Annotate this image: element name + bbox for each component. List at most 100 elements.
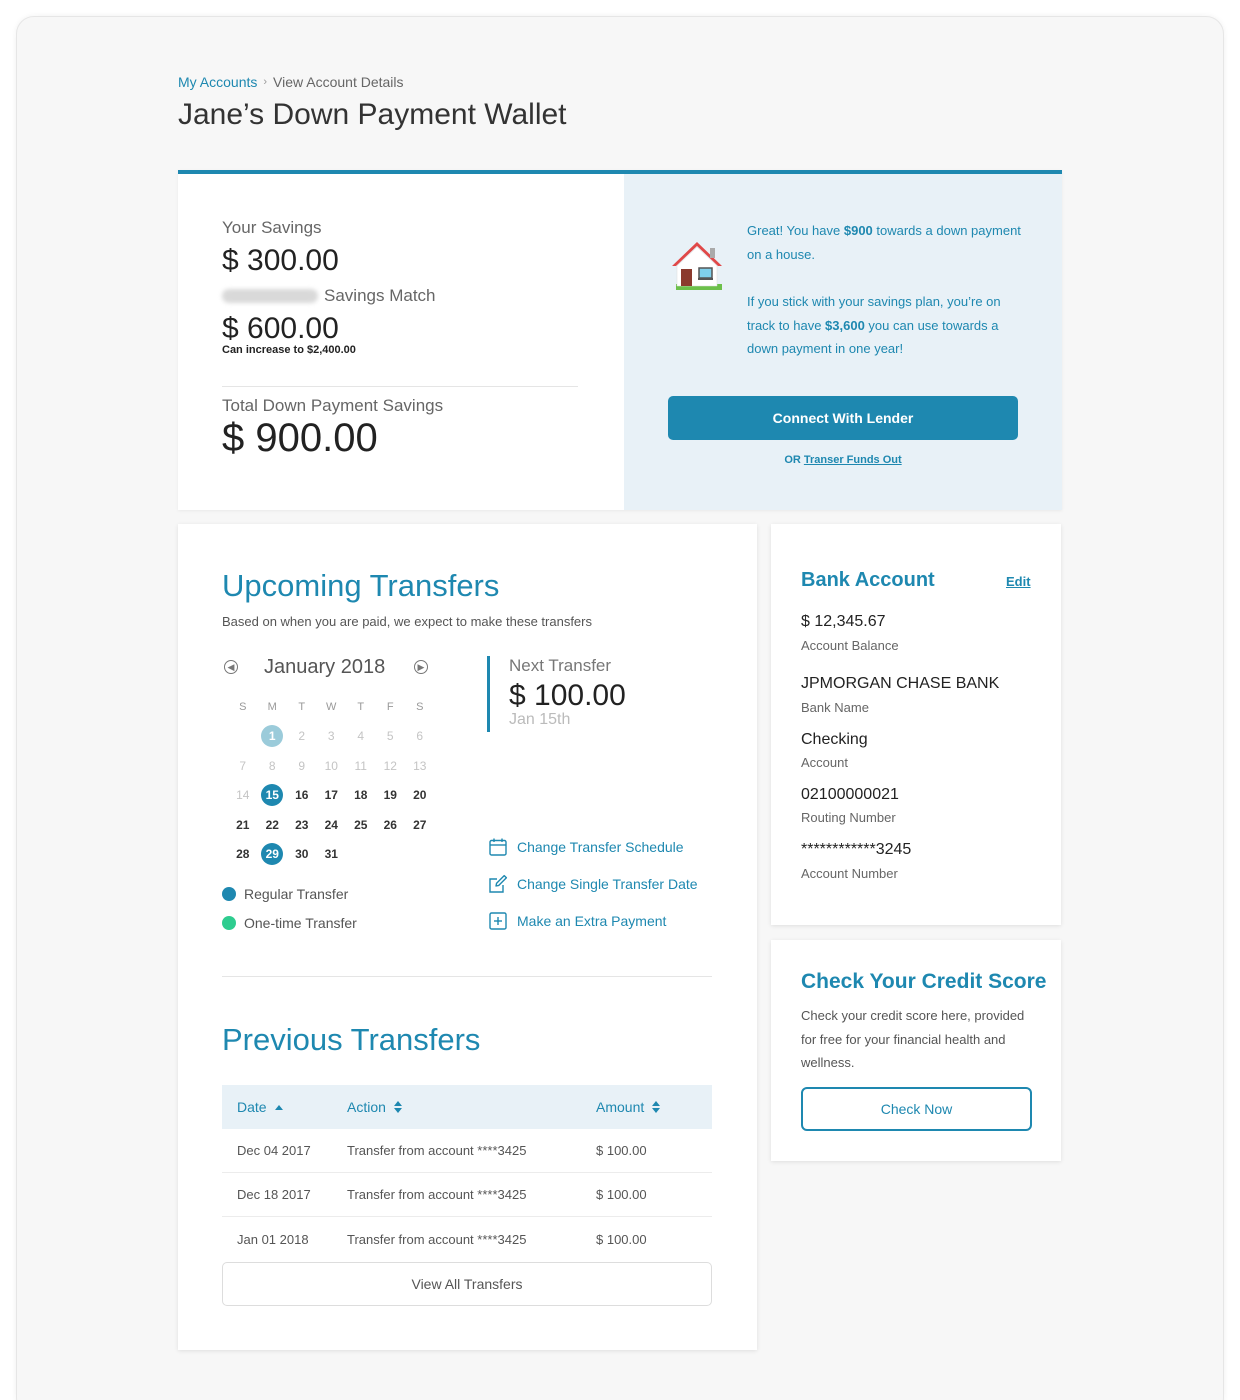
calendar-day[interactable]: 14 [228,781,258,811]
savings-match-note: Can increase to $2,400.00 [222,344,356,356]
calendar-icon [489,838,507,856]
credit-score-card: Check Your Credit Score Check your credi… [771,940,1061,1161]
row-action: Transfer from account ****3425 [347,1231,527,1247]
calendar-day[interactable]: 3 [317,722,347,752]
page-title: Jane’s Down Payment Wallet [178,98,567,131]
check-now-button[interactable]: Check Now [801,1087,1032,1131]
row-action: Transfer from account ****3425 [347,1187,527,1202]
scheduled-transfer-day: 29 [261,843,284,866]
calendar-weekday: W [326,700,337,713]
calendar-day[interactable]: 26 [376,810,406,840]
calendar-day[interactable]: 12 [376,751,406,781]
calendar-day[interactable]: 10 [317,751,347,781]
breadcrumb-my-accounts-link[interactable]: My Accounts [178,74,257,90]
previous-transfers-table: Date Action Amount Dec 04 2017 Transfer … [222,1085,712,1261]
calendar-day[interactable]: 9 [287,751,317,781]
account-type-value: Checking [801,731,868,748]
calendar-day[interactable]: 22 [258,810,288,840]
table-header: Date Action Amount [222,1085,712,1129]
action-column-header[interactable]: Action [347,1099,596,1115]
change-single-transfer-date-label: Change Single Transfer Date [517,876,698,892]
transfer-funds-out-link[interactable]: Transer Funds Out [804,454,902,466]
row-amount: $ 100.00 [596,1231,647,1247]
your-savings-label: Your Savings [222,218,322,237]
account-balance-value: $ 12,345.67 [801,613,886,630]
table-row: Jan 01 2018 Transfer from account ****34… [222,1217,712,1261]
calendar-day[interactable]: 4 [346,722,376,752]
make-extra-payment-label: Make an Extra Payment [517,913,667,929]
transfers-card: Upcoming Transfers Based on when you are… [178,524,757,1350]
plus-square-icon [489,912,507,930]
credit-score-title: Check Your Credit Score [801,970,1047,993]
breadcrumb-chevron-icon: › [263,76,268,88]
calendar-day[interactable]: 24 [317,810,347,840]
savings-projection-message: If you stick with your savings plan, you… [747,294,1001,356]
calendar-day[interactable]: 21 [228,810,258,840]
calendar-empty-cell [228,722,258,752]
account-balance-label: Account Balance [801,638,899,653]
next-transfer-date: Jan 15th [509,711,571,728]
table-row: Dec 04 2017 Transfer from account ****34… [222,1129,712,1173]
calendar-day[interactable]: 29 [258,840,288,870]
bank-name-label: Bank Name [801,700,869,715]
view-all-transfers-button[interactable]: View All Transfers [222,1262,712,1306]
calendar-day[interactable]: 15 [258,781,288,811]
calendar-day[interactable]: 25 [346,810,376,840]
calendar-day[interactable]: 20 [405,781,435,811]
calendar-day[interactable]: 13 [405,751,435,781]
next-transfer-label: Next Transfer [509,656,612,675]
total-savings-amount: $ 900.00 [222,416,378,460]
next-transfer: Next Transfer $ 100.00 Jan 15th [487,656,626,732]
calendar-weekday: T [357,700,365,713]
calendar-weekday: S [239,700,247,713]
calendar-day[interactable]: 8 [258,751,288,781]
calendar-day[interactable]: 28 [228,840,258,870]
summary-divider [222,386,578,387]
scheduled-transfer-day: 15 [261,784,284,807]
savings-summary-card: Your Savings $ 300.00 Savings Match $ 60… [178,170,1062,510]
calendar-day[interactable]: 23 [287,810,317,840]
calendar-day[interactable]: 7 [228,751,258,781]
calendar-day[interactable]: 5 [376,722,406,752]
savings-message-panel: Great! You have $900 towards a down paym… [624,174,1062,510]
breadcrumb: My Accounts › View Account Details [178,74,404,90]
row-amount: $ 100.00 [596,1143,647,1158]
change-single-transfer-date-link[interactable]: Change Single Transfer Date [488,874,698,894]
next-transfer-amount: $ 100.00 [509,679,626,712]
savings-breakdown: Your Savings $ 300.00 Savings Match $ 60… [178,174,624,510]
calendar-prev-icon[interactable]: ◀ [224,660,238,674]
edit-bank-account-link[interactable]: Edit [1006,574,1031,589]
calendar-day[interactable]: 6 [405,722,435,752]
amount-column-header[interactable]: Amount [596,1099,706,1115]
calendar-header: ◀ January 2018 ▶ [222,656,430,680]
calendar-day[interactable]: 27 [405,810,435,840]
upcoming-transfers-title: Upcoming Transfers [222,568,500,603]
calendar-day[interactable]: 31 [317,840,347,870]
calendar-next-icon[interactable]: ▶ [414,660,428,674]
calendar-day[interactable]: 1 [258,722,288,752]
table-row: Dec 18 2017 Transfer from account ****34… [222,1173,712,1217]
routing-number-label: Routing Number [801,810,896,825]
calendar-day[interactable]: 18 [346,781,376,811]
calendar-day[interactable]: 11 [346,751,376,781]
change-transfer-schedule-link[interactable]: Change Transfer Schedule [488,837,684,857]
calendar-day[interactable]: 16 [287,781,317,811]
date-column-header[interactable]: Date [237,1099,347,1115]
calendar-empty-cell [376,840,406,870]
calendar-day[interactable]: 2 [287,722,317,752]
edit-icon [489,874,508,893]
calendar-day[interactable]: 17 [317,781,347,811]
legend-onetime-transfer: One-time Transfer [222,915,422,931]
connect-with-lender-button[interactable]: Connect With Lender [668,396,1018,440]
change-transfer-schedule-label: Change Transfer Schedule [517,839,684,855]
calendar-day[interactable]: 30 [287,840,317,870]
routing-number-value: 02100000021 [801,786,899,803]
make-extra-payment-link[interactable]: Make an Extra Payment [488,911,666,931]
previous-transfers-title: Previous Transfers [222,1022,481,1057]
calendar-day[interactable]: 19 [376,781,406,811]
or-label: OR [784,454,801,466]
calendar-weekday: S [416,700,424,713]
scheduled-transfer-day: 1 [261,725,284,748]
total-savings-label: Total Down Payment Savings [222,396,444,415]
row-date: Dec 18 2017 [237,1187,311,1202]
